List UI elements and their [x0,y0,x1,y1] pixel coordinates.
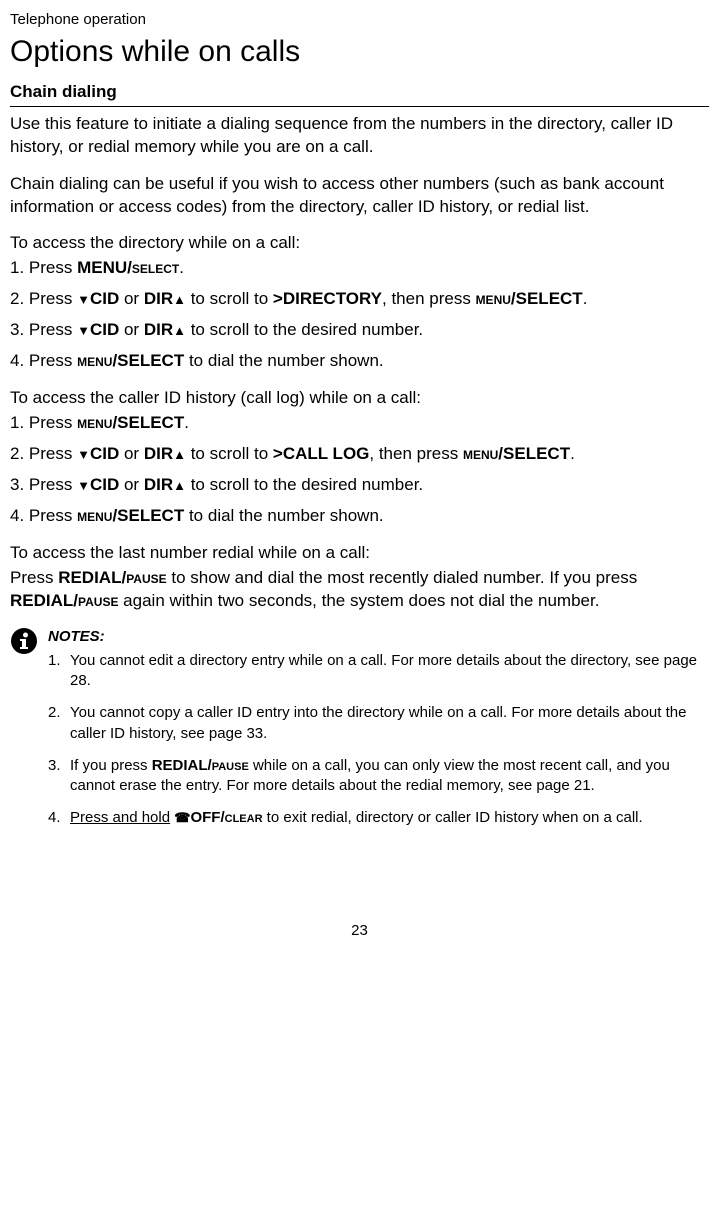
text: . [179,258,184,277]
intro-paragraph-2: Chain dialing can be useful if you wish … [10,173,709,219]
text: PAUSE [212,757,249,774]
text: OFF/ [190,809,224,826]
step: 3. Press CID or DIR to scroll to the des… [10,474,709,497]
text: to scroll to [186,444,273,463]
text: . [184,413,189,432]
text: PAUSE [126,568,166,587]
text: PAUSE [78,591,118,610]
note-item: 1.You cannot edit a directory entry whil… [48,651,709,692]
text: CID [90,444,119,463]
text: REDIAL/ [58,568,126,587]
text: /SELECT [112,351,184,370]
text: or [119,289,144,308]
text: . [583,289,588,308]
call-log-heading: To access the caller ID history (call lo… [10,387,709,410]
text: to scroll to the desired number. [186,320,423,339]
text: REDIAL/ [152,757,212,774]
note-item: 4.Press and hold OFF/CLEAR to exit redia… [48,808,709,828]
text: REDIAL/ [10,591,78,610]
down-triangle-icon [77,289,90,308]
text: MENU/ [77,258,132,277]
notes-block: NOTES: 1.You cannot edit a directory ent… [10,627,709,841]
text: again within two seconds, the system doe… [118,591,599,610]
text: CID [90,289,119,308]
info-icon [10,627,38,655]
text: DIR [144,475,186,494]
page-number: 23 [10,921,709,941]
section-heading: Chain dialing [10,81,709,107]
step: 1. Press MENU/SELECT. [10,257,709,280]
text: or [119,444,144,463]
down-triangle-icon [77,475,90,494]
text: MENU [77,351,112,370]
text: or [119,475,144,494]
directory-heading: To access the directory while on a call: [10,232,709,255]
text: 3. Press [10,475,77,494]
note-item: 3.If you press REDIAL/PAUSE while on a c… [48,756,709,797]
text: >CALL LOG [273,444,370,463]
text: 4. Press [10,506,77,525]
text: 2. Press [10,289,77,308]
step: 4. Press MENU/SELECT to dial the number … [10,350,709,373]
text: You cannot copy a caller ID entry into t… [70,704,686,741]
intro-paragraph-1: Use this feature to initiate a dialing s… [10,113,709,159]
text: CLEAR [225,809,263,826]
text: 4. Press [10,351,77,370]
text: >DIRECTORY [273,289,382,308]
text: CID [90,320,119,339]
step: 2. Press CID or DIR to scroll to >DIRECT… [10,288,709,311]
text: /SELECT [112,413,184,432]
text: 1. Press [10,413,77,432]
text: to scroll to [186,289,273,308]
text: MENU [77,413,112,432]
text: 2. Press [10,444,77,463]
text: Press and hold [70,809,170,826]
text: , then press [382,289,476,308]
text: to dial the number shown. [184,506,383,525]
text: to show and dial the most recently diale… [167,568,638,587]
text: MENU [476,289,511,308]
note-item: 2.You cannot copy a caller ID entry into… [48,703,709,744]
page-title: Options while on calls [10,32,709,73]
text: SELECT [132,258,179,277]
text: /SELECT [498,444,570,463]
notes-list: 1.You cannot edit a directory entry whil… [48,651,709,829]
directory-steps: 1. Press MENU/SELECT. 2. Press CID or DI… [10,257,709,373]
down-triangle-icon [77,320,90,339]
text: 1. Press [10,258,77,277]
text: MENU [77,506,112,525]
text: or [119,320,144,339]
text: , then press [369,444,463,463]
call-log-steps: 1. Press MENU/SELECT. 2. Press CID or DI… [10,412,709,528]
redial-heading: To access the last number redial while o… [10,542,709,565]
text: to scroll to the desired number. [186,475,423,494]
step: 1. Press MENU/SELECT. [10,412,709,435]
text: DIR [144,444,186,463]
text: to exit redial, directory or caller ID h… [263,809,643,826]
text: CID [90,475,119,494]
text: /SELECT [511,289,583,308]
text: . [570,444,575,463]
step: 2. Press CID or DIR to scroll to >CALL L… [10,443,709,466]
text: to dial the number shown. [184,351,383,370]
notes-body: NOTES: 1.You cannot edit a directory ent… [48,627,709,841]
text: Press [10,568,58,587]
text: DIR [144,289,186,308]
down-triangle-icon [77,444,90,463]
notes-label: NOTES: [48,627,709,647]
text: 3. Press [10,320,77,339]
text: MENU [463,444,498,463]
breadcrumb: Telephone operation [10,10,709,30]
step: 4. Press MENU/SELECT to dial the number … [10,505,709,528]
phone-off-icon [174,809,190,826]
text: If you press [70,757,152,774]
redial-paragraph: Press REDIAL/PAUSE to show and dial the … [10,567,709,613]
step: 3. Press CID or DIR to scroll to the des… [10,319,709,342]
text: /SELECT [112,506,184,525]
text: DIR [144,320,186,339]
text: You cannot edit a directory entry while … [70,652,697,689]
